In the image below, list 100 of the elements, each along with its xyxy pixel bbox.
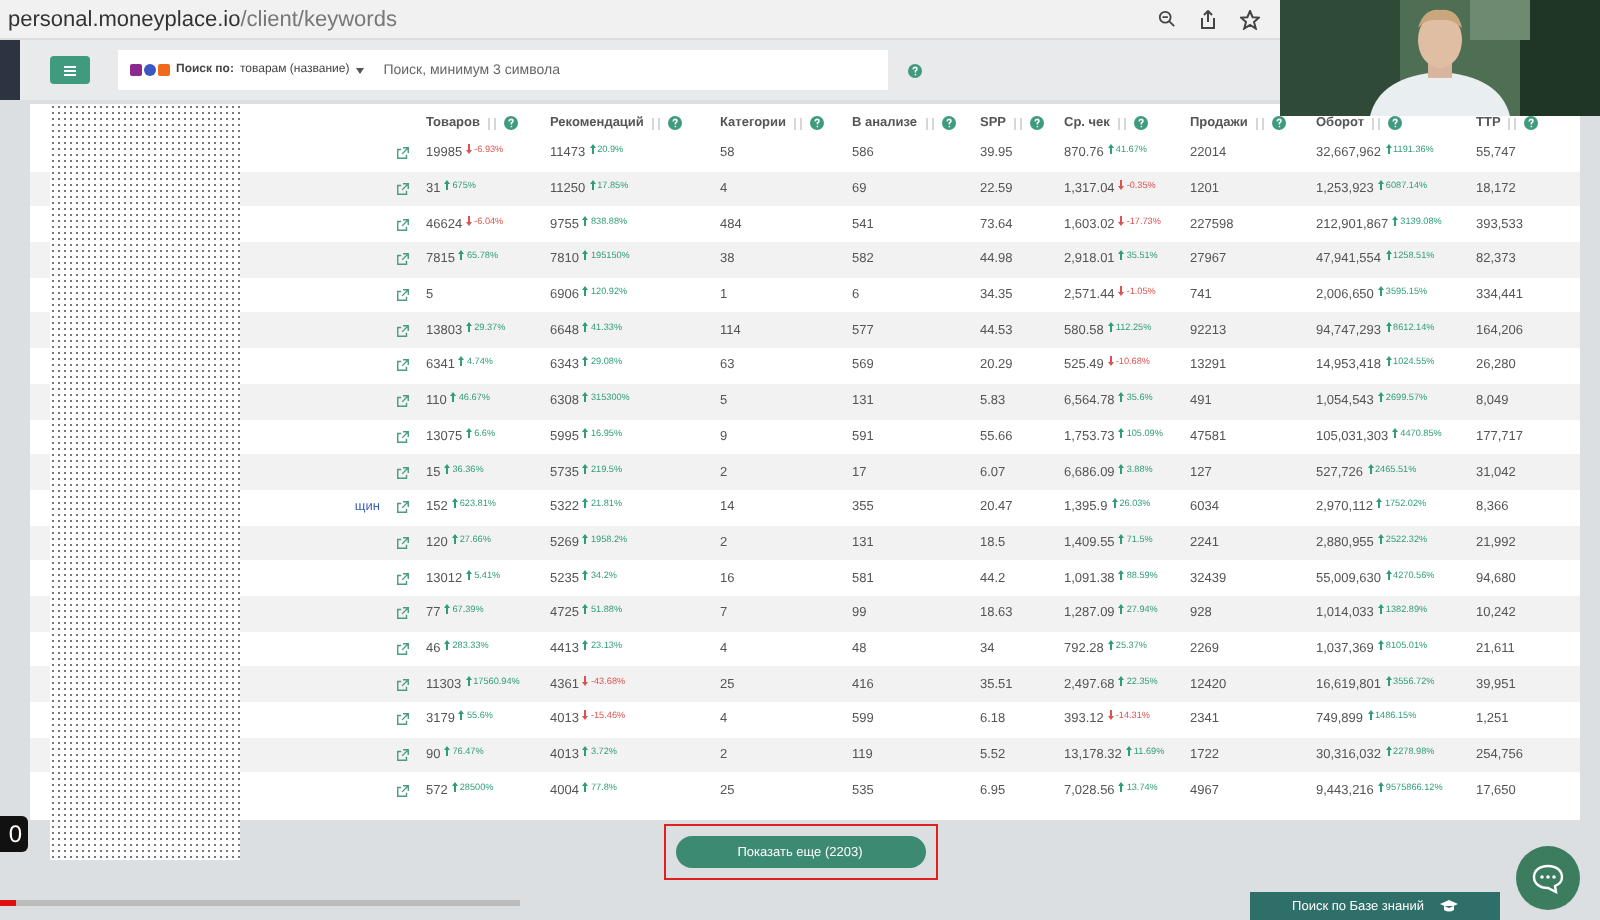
external-link-icon[interactable] <box>396 182 410 197</box>
arrow-up-icon <box>1385 356 1392 367</box>
arrow-up-icon <box>466 427 473 438</box>
arrow-up-icon <box>1392 215 1399 226</box>
arrow-down-icon <box>466 144 473 155</box>
external-link-icon[interactable] <box>396 535 410 550</box>
arrow-up-icon <box>444 746 451 757</box>
arrow-up-icon <box>582 427 589 438</box>
external-link-icon[interactable] <box>396 465 410 480</box>
arrow-up-icon <box>582 321 589 332</box>
external-link-icon[interactable] <box>396 358 410 373</box>
external-link-icon[interactable] <box>396 217 410 232</box>
arrow-up-icon <box>1377 180 1384 191</box>
arrow-up-icon <box>582 286 589 297</box>
arrow-up-icon <box>1118 427 1125 438</box>
arrow-down-icon <box>466 215 473 226</box>
help-icon[interactable] <box>504 116 518 130</box>
external-link-icon[interactable] <box>396 641 410 656</box>
arrow-up-icon <box>1107 321 1114 332</box>
arrow-up-icon <box>451 498 458 509</box>
arrow-up-icon <box>1377 392 1384 403</box>
external-link-icon[interactable] <box>396 677 410 692</box>
help-icon[interactable] <box>1524 116 1539 130</box>
external-link-icon[interactable] <box>396 146 410 161</box>
arrow-up-icon <box>1118 675 1125 686</box>
arrow-up-icon <box>465 675 472 686</box>
arrow-down-icon <box>1107 710 1114 721</box>
arrow-up-icon <box>1118 781 1125 792</box>
arrow-up-icon <box>1385 144 1392 155</box>
external-link-icon[interactable] <box>396 323 410 338</box>
star-icon[interactable] <box>1240 9 1260 29</box>
arrow-up-icon <box>1125 746 1132 757</box>
help-icon[interactable] <box>1030 116 1045 130</box>
external-link-icon[interactable] <box>396 252 410 267</box>
arrow-up-icon <box>1367 463 1373 474</box>
arrow-up-icon <box>444 604 451 615</box>
menu-button[interactable] <box>50 56 90 84</box>
arrow-up-icon <box>451 533 458 544</box>
arrow-up-icon <box>1385 321 1392 332</box>
arrow-up-icon <box>582 604 589 615</box>
arrow-up-icon <box>1385 675 1392 686</box>
arrow-up-icon <box>589 180 596 191</box>
arrow-up-icon <box>589 144 596 155</box>
arrow-up-icon <box>1367 710 1373 721</box>
external-link-icon[interactable] <box>396 712 410 727</box>
arrow-down-icon <box>582 675 589 686</box>
arrow-up-icon <box>466 321 473 332</box>
arrow-up-icon <box>451 781 458 792</box>
arrow-down-icon <box>1107 356 1114 367</box>
arrow-down-icon <box>1118 286 1125 297</box>
video-progress-bar[interactable] <box>0 900 520 906</box>
arrow-up-icon <box>1385 569 1392 580</box>
arrow-up-icon <box>458 250 465 261</box>
menu-icon <box>64 65 76 75</box>
arrow-up-icon <box>582 392 589 403</box>
arrow-up-icon <box>1377 286 1384 297</box>
graduation-cap-icon <box>1439 900 1458 912</box>
arrow-up-icon <box>582 533 589 544</box>
help-icon[interactable] <box>1388 116 1403 130</box>
help-icon[interactable] <box>1271 116 1286 130</box>
caret-icon <box>355 67 364 73</box>
arrow-up-icon <box>582 356 589 367</box>
address-bar[interactable]: personal.moneyplace.io/client/keywords <box>8 7 397 31</box>
help-icon[interactable] <box>908 63 922 77</box>
arrow-up-icon <box>1111 498 1118 509</box>
share-icon[interactable] <box>1200 9 1216 29</box>
marketplace-logos-icon <box>130 64 170 76</box>
arrow-up-icon <box>1385 746 1392 757</box>
arrow-up-icon <box>458 356 465 367</box>
arrow-up-icon <box>444 639 451 650</box>
arrow-down-icon <box>1118 180 1125 191</box>
external-link-icon[interactable] <box>396 429 410 444</box>
external-link-icon[interactable] <box>396 500 410 515</box>
external-link-icon[interactable] <box>396 783 410 798</box>
arrow-up-icon <box>1118 392 1125 403</box>
video-time: 0 <box>0 816 28 852</box>
chat-button[interactable] <box>1516 846 1580 910</box>
external-link-icon[interactable] <box>396 394 410 409</box>
arrow-up-icon <box>444 463 451 474</box>
arrow-up-icon <box>450 392 457 403</box>
arrow-up-icon <box>1376 498 1383 509</box>
external-link-icon[interactable] <box>396 748 410 763</box>
arrow-down-icon <box>1118 215 1125 226</box>
arrow-up-icon <box>582 781 589 792</box>
help-icon[interactable] <box>941 116 956 130</box>
zoom-icon[interactable] <box>1158 10 1176 28</box>
arrow-up-icon <box>1377 639 1384 650</box>
arrow-up-icon <box>1118 463 1125 474</box>
arrow-up-icon <box>1118 533 1125 544</box>
arrow-up-icon <box>582 250 589 261</box>
arrow-up-icon <box>466 569 473 580</box>
arrow-up-icon <box>1118 569 1125 580</box>
arrow-up-icon <box>1377 533 1384 544</box>
external-link-icon[interactable] <box>396 606 410 621</box>
help-icon[interactable] <box>810 116 825 130</box>
help-icon[interactable] <box>1133 116 1148 130</box>
help-icon[interactable] <box>667 116 682 130</box>
external-link-icon[interactable] <box>396 288 410 303</box>
external-link-icon[interactable] <box>396 571 410 586</box>
arrow-up-icon <box>582 463 589 474</box>
